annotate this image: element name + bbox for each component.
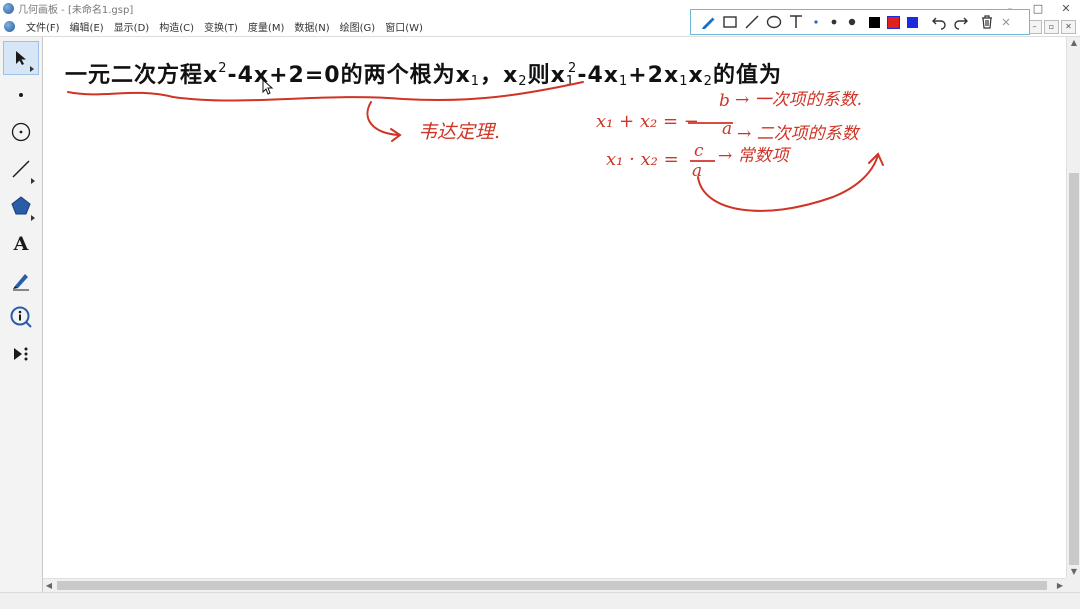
- pen-icon[interactable]: [697, 11, 719, 33]
- subscript: 2: [703, 74, 713, 89]
- info-icon: [10, 306, 32, 328]
- vertical-scroll-thumb[interactable]: [1069, 173, 1079, 565]
- menu-transform[interactable]: 变换(T): [199, 19, 243, 34]
- subscript: 1: [618, 74, 629, 89]
- document-icon: [4, 21, 15, 32]
- ellipse-icon[interactable]: [763, 11, 785, 33]
- app-icon: [3, 3, 14, 14]
- compass-tool[interactable]: [3, 115, 39, 149]
- straightedge-icon: [12, 160, 30, 178]
- menu-data[interactable]: 数据(N): [289, 19, 334, 34]
- undo-icon[interactable]: [928, 11, 950, 33]
- submenu-indicator-icon: [31, 215, 35, 221]
- redo-icon[interactable]: [950, 11, 972, 33]
- information-tool[interactable]: [3, 300, 39, 334]
- window-title: 几何画板 - [未命名1.gsp]: [18, 5, 134, 16]
- mouse-cursor-icon: [262, 79, 274, 95]
- problem-statement: 一元二次方程x2-4x+2=0的两个根为x1，x2则x12-4x1+2x1x2的…: [65, 57, 782, 89]
- problem-text: 一元二次方程x: [65, 63, 219, 88]
- svg-text:A: A: [13, 233, 29, 254]
- menu-display[interactable]: 显示(D): [109, 19, 155, 34]
- trash-icon[interactable]: [976, 11, 998, 33]
- linear-coefficient-note: → 一次项的系数.: [735, 90, 863, 110]
- dot-medium-icon[interactable]: [825, 11, 843, 33]
- document-window-controls: – ▫ ✕: [1027, 20, 1076, 34]
- sum-formula: x₁ + x₂ = −: [596, 111, 699, 132]
- marker-icon: [13, 274, 29, 291]
- exponent: 2: [568, 61, 578, 76]
- custom-tool-icon: [14, 347, 28, 361]
- problem-text: ，x: [480, 63, 519, 88]
- close-icon[interactable]: [998, 11, 1014, 33]
- subscript: 1: [565, 74, 576, 89]
- doc-close-button[interactable]: ✕: [1061, 20, 1076, 34]
- arrowhead-stroke: [868, 152, 884, 166]
- select-tool[interactable]: [3, 41, 39, 75]
- menu-file[interactable]: 文件(F): [21, 19, 65, 34]
- polygon-icon: [11, 196, 31, 215]
- sketch-canvas[interactable]: 一元二次方程x2-4x+2=0的两个根为x1，x2则x12-4x1+2x1x2的…: [43, 37, 1066, 578]
- problem-text: -4x: [577, 63, 619, 88]
- status-bar: [0, 592, 1080, 609]
- problem-text: 则x: [527, 63, 566, 88]
- arrow-select-icon: [16, 51, 26, 65]
- scroll-up-icon[interactable]: ▲: [1067, 37, 1080, 49]
- color-black-swatch[interactable]: [869, 16, 880, 28]
- close-window-button[interactable]: ✕: [1052, 0, 1080, 17]
- rectangle-icon[interactable]: [719, 11, 741, 33]
- dot-small-icon[interactable]: [807, 11, 825, 33]
- menu-measure[interactable]: 度量(M): [243, 19, 289, 34]
- custom-tool[interactable]: [3, 337, 39, 371]
- sum-denominator: a: [722, 119, 733, 139]
- submenu-indicator-icon: [31, 178, 35, 184]
- doc-restore-button[interactable]: ▫: [1044, 20, 1059, 34]
- sum-numerator: b: [719, 91, 730, 111]
- dot-large-icon[interactable]: [843, 11, 861, 33]
- ink-strokes: [67, 81, 884, 212]
- vertical-scrollbar[interactable]: ▲ ▼: [1066, 37, 1080, 578]
- product-formula: x₁ · x₂ =: [606, 149, 679, 170]
- color-blue-swatch[interactable]: [907, 16, 918, 28]
- menu-construct[interactable]: 构造(C): [154, 19, 199, 34]
- menu-graph[interactable]: 绘图(G): [335, 19, 381, 34]
- pointer-stroke: [366, 101, 399, 136]
- submenu-indicator-icon: [30, 66, 34, 72]
- color-red-swatch[interactable]: [887, 15, 900, 29]
- menu-edit[interactable]: 编辑(E): [65, 19, 109, 34]
- product-numerator: c: [694, 141, 704, 161]
- point-tool[interactable]: [3, 78, 39, 112]
- product-denominator: a: [692, 161, 703, 181]
- line-icon[interactable]: [741, 11, 763, 33]
- text-tool[interactable]: A: [3, 226, 39, 260]
- compass-icon: [11, 122, 31, 142]
- vieta-annotation: 韦达定理.: [418, 121, 501, 143]
- text-icon[interactable]: [785, 11, 807, 33]
- subscript: 2: [518, 74, 528, 89]
- subscript: 1: [470, 74, 481, 89]
- scroll-right-icon[interactable]: ▶: [1054, 579, 1066, 593]
- marker-tool[interactable]: [3, 263, 39, 297]
- polygon-tool[interactable]: [3, 189, 39, 223]
- scroll-left-icon[interactable]: ◀: [43, 579, 55, 593]
- text-tool-icon: A: [13, 233, 29, 254]
- menu-window[interactable]: 窗口(W): [380, 19, 428, 34]
- straightedge-tool[interactable]: [3, 152, 39, 186]
- horizontal-scrollbar[interactable]: ◀ ▶: [43, 578, 1066, 593]
- scroll-down-icon[interactable]: ▼: [1067, 566, 1080, 578]
- horizontal-scroll-thumb[interactable]: [57, 581, 1047, 590]
- constant-term-note: → 常数项: [718, 146, 789, 166]
- problem-text: +2x: [628, 63, 680, 88]
- problem-text: x: [688, 63, 704, 88]
- arrowhead-stroke: [390, 128, 402, 142]
- tool-palette: A: [0, 37, 43, 597]
- point-icon: [19, 93, 23, 97]
- annotation-toolbar: [690, 9, 1030, 35]
